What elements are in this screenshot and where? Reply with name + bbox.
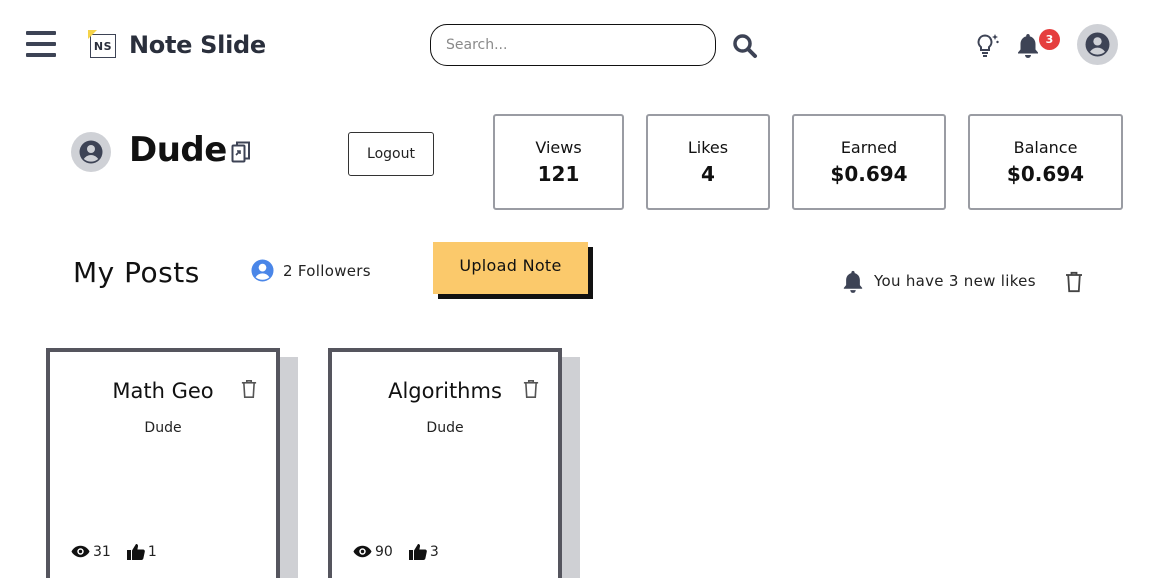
notice-bell-icon — [843, 270, 863, 293]
likes-notice: You have 3 new likes — [842, 268, 1036, 294]
likes-notice-text: You have 3 new likes — [874, 272, 1036, 290]
post-author: Dude — [144, 420, 182, 436]
thumbs-up-icon — [126, 544, 145, 560]
stat-balance: Balance $0.694 — [968, 114, 1123, 210]
post-likes: 3 — [429, 543, 439, 560]
delete-post-trash-icon[interactable] — [241, 379, 257, 399]
user-avatar-icon[interactable] — [1077, 24, 1118, 65]
brand-name: Note Slide — [129, 31, 266, 59]
profile-name: Dude — [129, 130, 227, 170]
search-icon[interactable] — [732, 33, 758, 59]
stat-balance-label: Balance — [1013, 138, 1078, 157]
logout-button[interactable]: Logout — [348, 132, 434, 176]
search-input[interactable] — [430, 24, 716, 66]
followers-icon — [251, 259, 274, 282]
stat-earned: Earned $0.694 — [792, 114, 946, 210]
stat-views: Views 121 — [493, 114, 624, 210]
clear-notice-trash-icon[interactable] — [1065, 271, 1083, 293]
followers-text: 2 Followers — [283, 261, 371, 280]
views-eye-icon — [353, 545, 372, 558]
notification-badge: 3 — [1039, 29, 1060, 50]
stat-likes-label: Likes — [687, 138, 729, 157]
upload-note-button[interactable]: Upload Note — [433, 242, 588, 294]
post-meta: 31 1 — [71, 543, 173, 560]
profile-avatar-icon — [71, 132, 111, 172]
bell-icon[interactable] — [1016, 32, 1040, 58]
stat-views-label: Views — [535, 138, 582, 157]
post-views: 90 — [375, 543, 393, 560]
views-eye-icon — [71, 545, 90, 558]
stat-earned-label: Earned — [840, 138, 898, 157]
lightbulb-icon[interactable] — [974, 32, 1000, 58]
post-views: 31 — [93, 543, 111, 560]
menu-icon[interactable] — [26, 31, 56, 59]
post-meta: 90 3 — [353, 543, 455, 560]
posts-title: My Posts — [73, 256, 200, 289]
stat-balance-value: $0.694 — [1006, 162, 1085, 186]
thumbs-up-icon — [408, 544, 427, 560]
delete-post-trash-icon[interactable] — [523, 379, 539, 399]
post-card[interactable]: Algorithms Dude 90 3 — [328, 348, 562, 578]
brand-logo: NS — [88, 30, 118, 60]
followers[interactable]: 2 Followers — [251, 259, 371, 282]
stat-earned-value: $0.694 — [830, 162, 908, 186]
copy-link-icon[interactable] — [231, 140, 251, 164]
brand[interactable]: NS Note Slide — [88, 30, 266, 60]
post-card[interactable]: Math Geo Dude 31 1 — [46, 348, 280, 578]
stat-likes: Likes 4 — [646, 114, 770, 210]
post-likes: 1 — [147, 543, 157, 560]
post-author: Dude — [426, 420, 464, 436]
stat-likes-value: 4 — [701, 162, 715, 186]
search-bar — [430, 24, 716, 66]
stat-views-value: 121 — [537, 162, 580, 186]
